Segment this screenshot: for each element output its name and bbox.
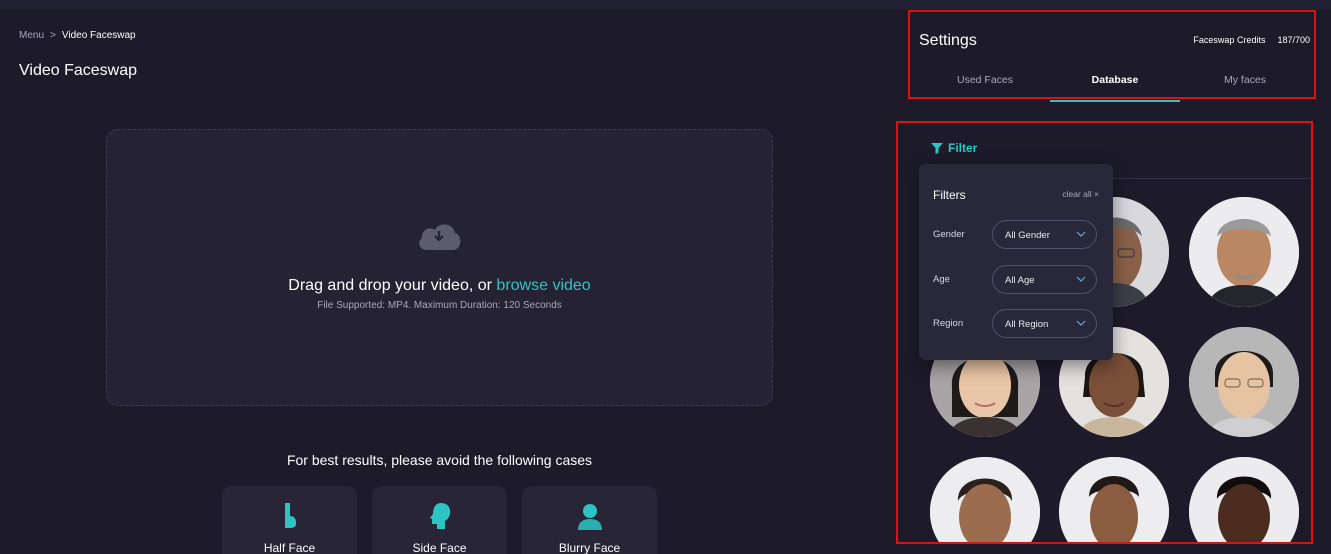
gender-select-value: All Gender xyxy=(1005,230,1050,241)
browse-video-link[interactable]: browse video xyxy=(496,277,590,294)
chevron-down-icon xyxy=(1076,276,1086,282)
age-select-value: All Age xyxy=(1005,275,1035,286)
file-support-note: File Supported: MP4. Maximum Duration: 1… xyxy=(317,300,562,311)
video-dropzone[interactable]: Drag and drop your video, or browse vide… xyxy=(106,129,773,406)
filter-row-region: Region All Region xyxy=(933,309,1099,338)
breadcrumb: Menu > Video Faceswap xyxy=(19,30,136,41)
avoid-cases-title: For best results, please avoid the follo… xyxy=(286,452,593,468)
case-label: Blurry Face xyxy=(558,541,621,554)
face-thumbnail[interactable] xyxy=(1189,457,1299,544)
region-select-value: All Region xyxy=(1005,319,1049,330)
filter-icon xyxy=(931,142,943,154)
face-source-tabs: Used Faces Database My faces xyxy=(920,74,1310,102)
tab-my-faces[interactable]: My faces xyxy=(1180,74,1310,98)
filter-label: Age xyxy=(933,274,950,285)
filters-dropdown: Filters clear all × Gender All Gender Ag… xyxy=(919,164,1113,360)
filter-label: Region xyxy=(933,318,964,329)
side-face-icon xyxy=(430,503,451,529)
top-bar xyxy=(0,0,1331,10)
face-portrait xyxy=(1189,197,1299,307)
dropzone-text: Drag and drop your video, or browse vide… xyxy=(107,277,772,295)
settings-title: Settings xyxy=(919,32,977,49)
filter-label: Filter xyxy=(948,141,978,155)
face-portrait xyxy=(1059,457,1169,544)
dropzone-text-prefix: Drag and drop your video, or xyxy=(288,277,497,294)
face-portrait xyxy=(1189,327,1299,437)
blurry-face-icon xyxy=(578,504,602,530)
age-select[interactable]: All Age xyxy=(992,265,1097,294)
clear-all-button[interactable]: clear all × xyxy=(1062,189,1099,199)
face-portrait xyxy=(1189,457,1299,544)
face-thumbnail[interactable] xyxy=(1059,457,1169,544)
tab-database[interactable]: Database xyxy=(1050,74,1180,102)
region-select[interactable]: All Region xyxy=(992,309,1097,338)
page-title: Video Faceswap xyxy=(19,62,137,79)
filters-title: Filters xyxy=(933,188,966,202)
face-thumbnail[interactable] xyxy=(930,457,1040,544)
breadcrumb-current: Video Faceswap xyxy=(61,30,136,41)
gender-select[interactable]: All Gender xyxy=(992,220,1097,249)
credits-value: 187/700 xyxy=(1277,35,1310,45)
tab-used-faces[interactable]: Used Faces xyxy=(920,74,1050,98)
cloud-upload-icon xyxy=(419,224,461,250)
chevron-down-icon xyxy=(1076,320,1086,326)
chevron-down-icon xyxy=(1076,231,1086,237)
face-portrait xyxy=(930,457,1040,544)
credits-label: Faceswap Credits xyxy=(1193,35,1266,45)
face-thumbnail[interactable] xyxy=(1189,197,1299,307)
filter-label: Gender xyxy=(933,229,965,240)
case-label: Side Face xyxy=(412,541,467,554)
face-thumbnail[interactable] xyxy=(1189,327,1299,437)
faceswap-credits: Faceswap Credits 187/700 xyxy=(1193,35,1310,45)
face-database-panel: Filter Filters clear all × Gender All Ge… xyxy=(896,121,1313,544)
case-label: Half Face xyxy=(263,541,316,554)
case-card-blurry-face: Blurry Face xyxy=(522,486,657,554)
breadcrumb-separator: > xyxy=(50,30,56,41)
half-face-icon xyxy=(285,503,296,528)
settings-header: Settings Faceswap Credits 187/700 Used F… xyxy=(908,10,1316,102)
filter-button[interactable]: Filter xyxy=(931,141,977,155)
case-card-side-face: Side Face xyxy=(372,486,507,554)
breadcrumb-menu-link[interactable]: Menu xyxy=(19,30,44,41)
filter-row-age: Age All Age xyxy=(933,265,1099,294)
filter-row-gender: Gender All Gender xyxy=(933,220,1099,249)
case-card-half-face: Half Face xyxy=(222,486,357,554)
